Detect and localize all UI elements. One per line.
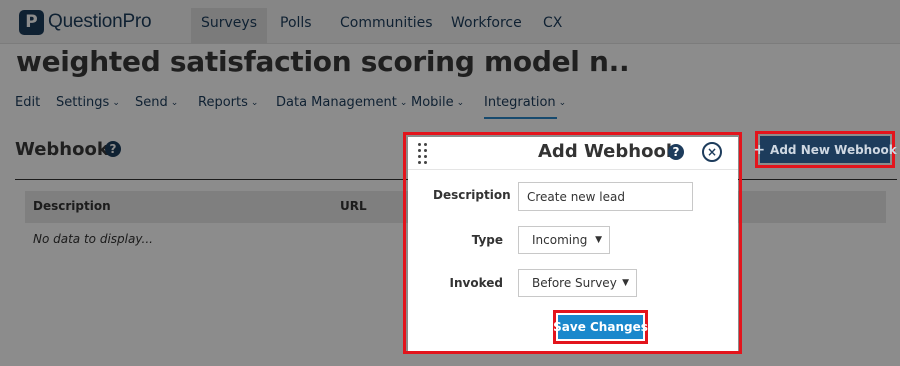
dropdown-caret-icon: ▼ [595, 235, 602, 245]
dialog-header: Add Webhook ? × [408, 137, 738, 170]
plus-icon: + [753, 141, 766, 158]
add-webhook-dialog: Add Webhook ? × Description Type Incomin… [408, 137, 738, 351]
type-select-value: Incoming [532, 233, 588, 247]
invoked-select-value: Before Survey [532, 276, 617, 290]
dropdown-caret-icon: ▼ [622, 278, 629, 288]
add-new-webhook-button[interactable]: + Add New Webhook [753, 136, 897, 163]
description-label: Description [433, 188, 511, 202]
help-icon[interactable]: ? [668, 144, 684, 160]
type-label: Type [471, 233, 503, 247]
save-changes-button[interactable]: Save Changes [553, 315, 648, 339]
close-icon[interactable]: × [702, 142, 722, 162]
description-field[interactable] [518, 182, 693, 211]
drag-handle-icon[interactable] [418, 143, 428, 164]
type-select[interactable]: Incoming ▼ [518, 226, 610, 254]
dialog-title: Add Webhook [538, 141, 678, 162]
invoked-select[interactable]: Before Survey ▼ [518, 269, 637, 297]
invoked-label: Invoked [449, 276, 503, 290]
add-webhook-label: Add New Webhook [770, 142, 897, 157]
